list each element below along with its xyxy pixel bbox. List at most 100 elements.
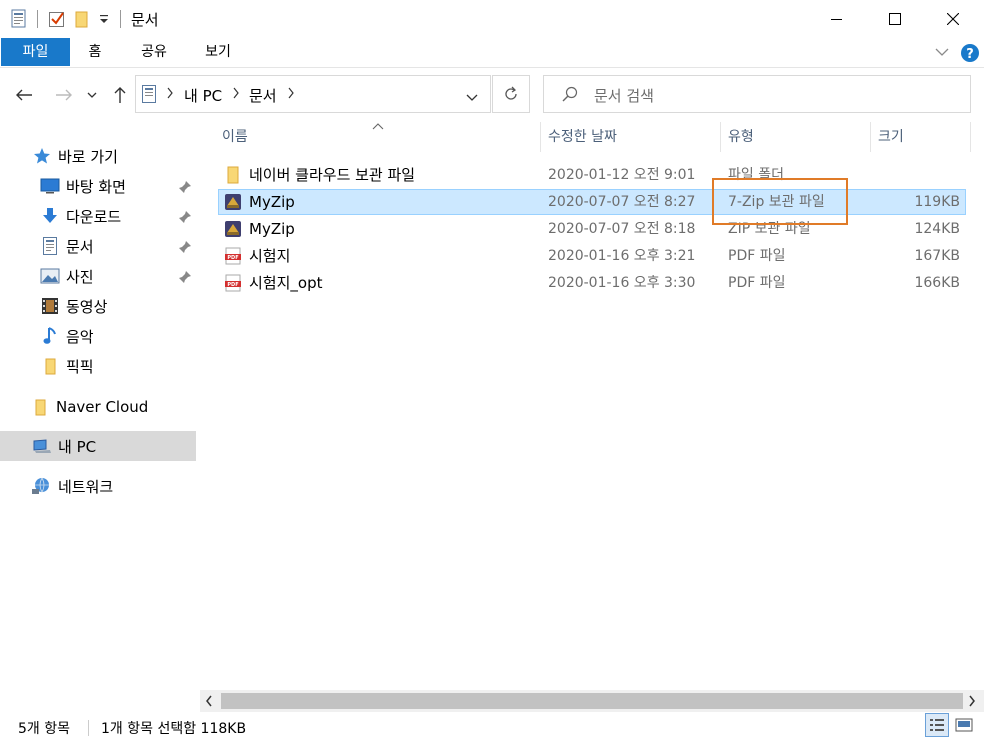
film-icon [40,296,60,316]
minimize-button[interactable] [808,0,866,38]
file-name: MyZip [249,220,295,238]
file-row[interactable]: PDF 시험지_opt 2020-01-16 오후 3:30 PDF 파일 16… [218,270,966,296]
nav-label: Naver Cloud [56,398,149,416]
folder-icon [30,397,50,417]
archive-icon [224,220,242,238]
nav-item-network[interactable]: 네트워크 [32,472,113,500]
svg-text:PDF: PDF [227,282,238,288]
download-arrow-icon [40,206,60,226]
back-button[interactable] [10,81,38,109]
file-date: 2020-01-16 오후 3:21 [548,248,696,264]
file-row[interactable]: 네이버 클라우드 보관 파일 2020-01-12 오전 9:01 파일 폴더 [218,162,966,188]
file-name: 시험지 [249,247,291,265]
svg-text:PDF: PDF [227,255,238,261]
up-button[interactable] [106,81,134,109]
maximize-button[interactable] [866,0,924,38]
properties-icon[interactable] [10,8,28,30]
recent-locations-icon[interactable] [82,81,102,109]
tab-file[interactable]: 파일 [1,38,70,66]
breadcrumb-this-pc[interactable]: 내 PC [184,85,222,106]
status-bar: 5개 항목 1개 항목 선택함 118KB [0,712,984,742]
close-button[interactable] [924,0,982,38]
file-name: 네이버 클라우드 보관 파일 [249,166,416,184]
nav-label: 내 PC [58,437,97,456]
file-size: 167KB [914,248,960,264]
window-title: 문서 [131,11,159,29]
nav-label: 문서 [66,237,94,256]
file-size: 119KB [914,194,960,210]
column-header-size[interactable]: 크기 [870,120,970,154]
search-input[interactable]: 문서 검색 [594,85,654,106]
scroll-right-icon[interactable] [968,695,976,711]
expand-ribbon-icon[interactable] [934,44,950,64]
file-size: 166KB [914,275,960,291]
nav-item-documents[interactable]: 문서 [40,232,94,260]
address-history-dropdown-icon[interactable] [466,90,478,106]
forward-button[interactable] [50,81,78,109]
search-box[interactable]: 문서 검색 [543,75,971,113]
horizontal-scrollbar[interactable] [200,690,984,712]
help-icon[interactable]: ? [960,43,980,67]
folder-icon [224,166,242,184]
nav-quick-access[interactable]: 바로 가기 [32,142,118,170]
column-header-date[interactable]: 수정한 날짜 [540,120,720,154]
nav-item-desktop[interactable]: 바탕 화면 [40,172,126,200]
archive-icon [224,193,242,211]
chevron-right-icon[interactable] [232,87,240,103]
refresh-button[interactable] [492,75,530,113]
address-bar[interactable]: 내 PC 문서 [135,75,491,113]
file-row-selected[interactable]: MyZip 2020-07-07 오전 8:27 7-Zip 보관 파일 119… [218,189,966,215]
computer-icon [32,436,52,456]
nav-item-picpick[interactable]: 픽픽 [40,352,94,380]
nav-label: 네트워크 [58,477,114,496]
scroll-left-icon[interactable] [205,695,213,711]
status-item-count: 5개 항목 [18,721,70,737]
nav-selection-highlight [0,431,196,461]
divider [37,10,38,28]
nav-item-downloads[interactable]: 다운로드 [40,202,121,230]
chevron-right-icon[interactable] [287,87,295,103]
column-header-type[interactable]: 유형 [720,120,870,154]
file-type: PDF 파일 [728,275,786,291]
checkmark-icon[interactable] [48,8,66,30]
nav-item-naver-cloud[interactable]: Naver Cloud [30,393,148,421]
chevron-right-icon[interactable] [166,87,174,103]
file-date: 2020-01-16 오후 3:30 [548,275,696,291]
file-name: MyZip [249,193,295,211]
nav-label: 음악 [66,327,94,346]
nav-item-pictures[interactable]: 사진 [40,262,94,290]
details-view-button[interactable] [925,713,949,737]
file-row[interactable]: MyZip 2020-07-07 오전 8:18 ZIP 보관 파일 124KB [218,216,966,242]
nav-item-this-pc[interactable]: 내 PC [32,432,96,460]
pin-icon[interactable] [178,270,192,284]
column-divider[interactable] [970,122,971,152]
pin-icon[interactable] [178,180,192,194]
star-icon [32,146,52,166]
file-row[interactable]: PDF 시험지 2020-01-16 오후 3:21 PDF 파일 167KB [218,243,966,269]
column-header-name[interactable]: 이름 [214,120,540,154]
file-date: 2020-07-07 오전 8:18 [548,221,696,237]
folder-icon [40,356,60,376]
new-folder-icon[interactable] [74,8,90,30]
nav-item-videos[interactable]: 동영상 [40,292,107,320]
nav-label: 픽픽 [66,357,94,376]
nav-item-music[interactable]: 음악 [40,322,94,350]
svg-text:?: ? [966,47,974,62]
pin-icon[interactable] [178,210,192,224]
customize-dropdown-icon[interactable] [98,8,110,30]
breadcrumb-documents[interactable]: 문서 [249,85,277,106]
annotation-highlight-box [712,178,848,225]
tab-view[interactable]: 보기 [198,38,238,66]
file-date: 2020-01-12 오전 9:01 [548,167,696,183]
nav-label: 동영상 [66,297,108,316]
document-icon [40,236,60,256]
music-note-icon [40,326,60,346]
scrollbar-thumb[interactable] [221,693,963,709]
pdf-icon: PDF [224,274,242,292]
desktop-icon [40,176,60,196]
large-icons-view-button[interactable] [952,713,976,737]
tab-share[interactable]: 공유 [134,38,174,66]
file-date: 2020-07-07 오전 8:27 [548,194,696,210]
pin-icon[interactable] [178,240,192,254]
tab-home[interactable]: 홈 [80,38,110,66]
